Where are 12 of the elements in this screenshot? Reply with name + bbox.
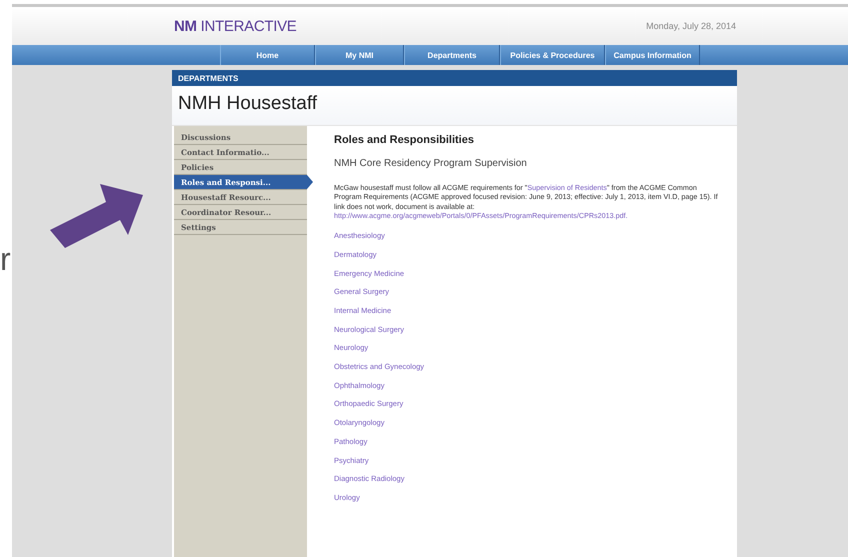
date-text: Monday, July 28, 2014 <box>646 21 736 31</box>
nav-link[interactable]: Policies & Procedures <box>500 45 605 65</box>
slide-text: r <box>0 242 11 274</box>
section-bar: DEPARTMENTS <box>172 70 737 86</box>
pointer-icon <box>307 175 313 189</box>
content-heading: Roles and Responsibilities <box>334 134 475 146</box>
content-subheading: NMH Core Residency Program Supervision <box>334 158 528 169</box>
nav-link[interactable]: Departments <box>404 45 500 65</box>
nav-link[interactable]: My NMI <box>315 45 404 65</box>
site-logo[interactable]: NM INTERACTIVE <box>174 18 296 34</box>
nav-link[interactable]: Campus Information <box>605 45 700 65</box>
nav-link[interactable]: Home <box>220 45 315 65</box>
